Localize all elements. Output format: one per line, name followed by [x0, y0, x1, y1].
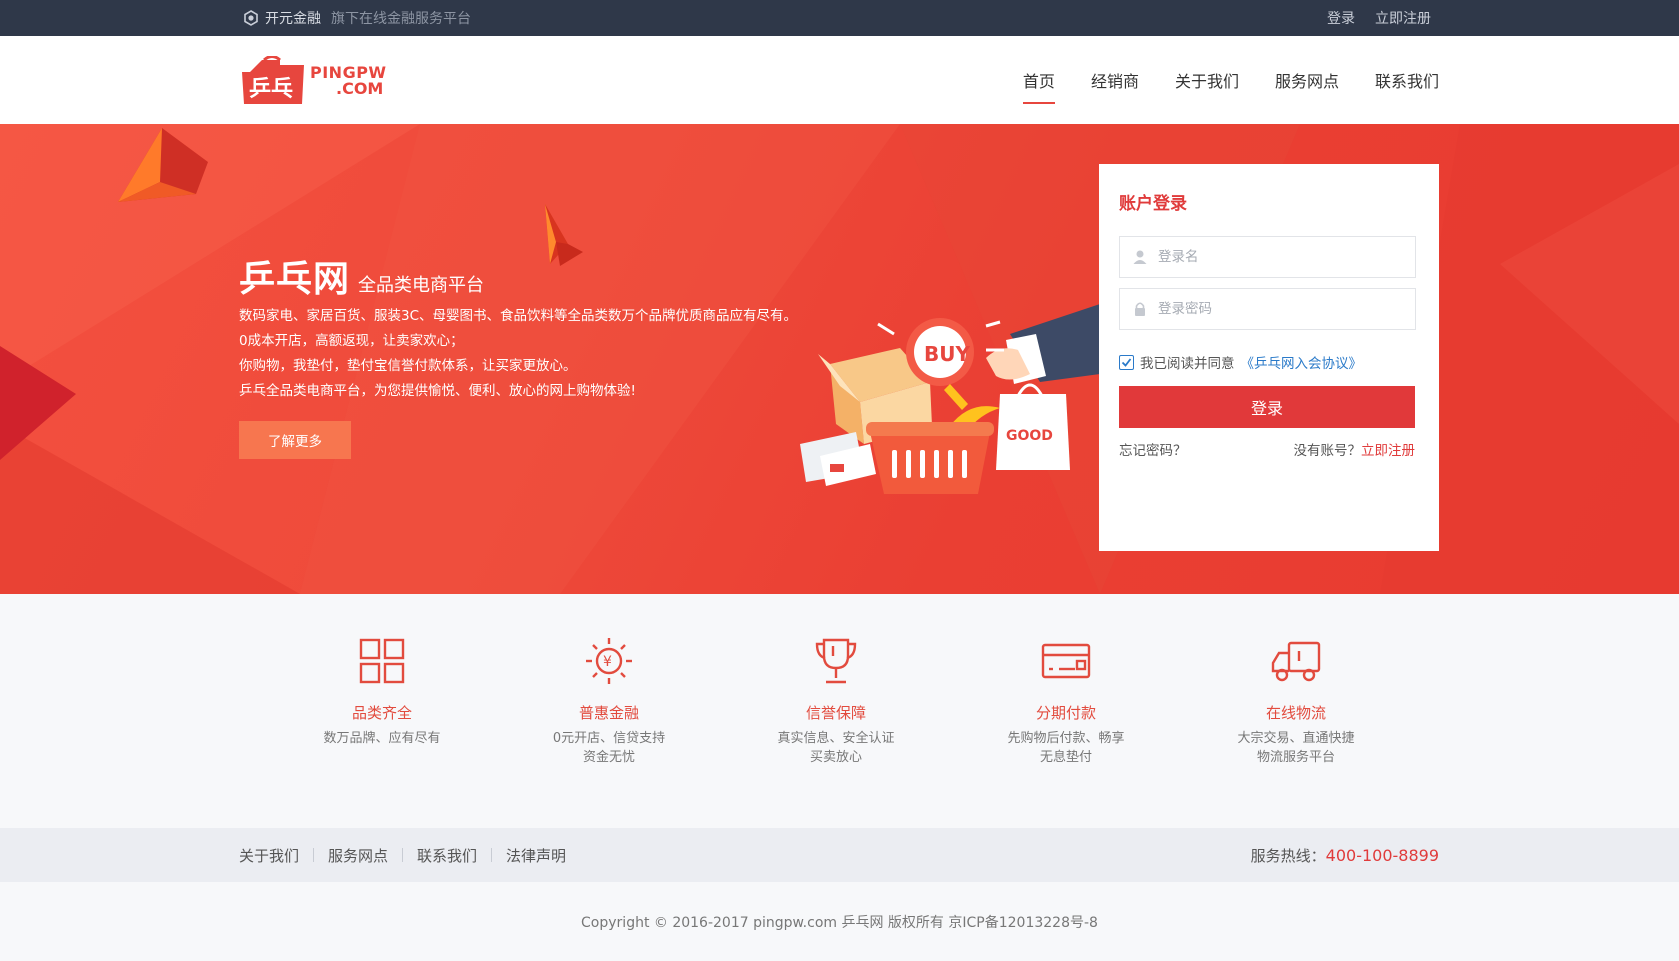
svg-text:乒乓: 乒乓	[249, 77, 293, 102]
trophy-icon	[815, 638, 857, 684]
feature-desc: 真实信息、安全认证 买卖放心	[746, 729, 926, 767]
hotline-label: 服务热线：	[1250, 846, 1326, 865]
main-nav: 首页 经销商 关于我们 服务网点 联系我们	[1022, 36, 1439, 124]
feature-desc-line: 大宗交易、直通快捷	[1237, 731, 1355, 746]
agree-checkbox[interactable]	[1119, 354, 1134, 370]
feature-item: ¥ 普惠金融 0元开店、信贷支持 资金无忧	[519, 634, 699, 767]
site-logo[interactable]: 乒乓 PINGPW .COM	[240, 54, 387, 108]
logo-bag-icon: 乒乓	[242, 56, 304, 104]
password-field	[1119, 288, 1416, 330]
hero-title-sub: 全品类电商平台	[358, 275, 485, 296]
hero-title-main: 乒乓网	[239, 259, 351, 300]
footer-divider	[313, 848, 315, 862]
feature-desc-line: 物流服务平台	[1256, 750, 1335, 765]
hero-title: 乒乓网 全品类电商平台	[239, 250, 484, 302]
agreement-link[interactable]: 《乒乓网入会协议》	[1241, 352, 1363, 372]
footer-divider	[491, 848, 493, 862]
feature-desc-line: 真实信息、安全认证	[777, 731, 895, 746]
feature-desc-line: 无息垫付	[1039, 750, 1092, 765]
register-link[interactable]: 立即注册	[1361, 443, 1415, 459]
feature-title: 品类齐全	[351, 704, 412, 722]
shopping-illustration: BUY GOOD	[800, 304, 1100, 494]
password-input[interactable]	[1158, 301, 1398, 317]
login-footer: 忘记密码？ 没有账号？立即注册	[1119, 439, 1415, 459]
partner-brand: 开元金融 旗下在线金融服务平台	[243, 0, 471, 36]
user-icon	[1133, 250, 1147, 264]
agree-text: 我已阅读并同意	[1140, 356, 1235, 372]
hero-line: 乒乓全品类电商平台，为您提供愉悦、便利、放心的网上购物体验!	[239, 383, 636, 399]
feature-desc-line: 买卖放心	[809, 750, 862, 765]
feature-item: 信誉保障 真实信息、安全认证 买卖放心	[746, 634, 926, 767]
checkmark-icon	[1121, 357, 1132, 367]
service-hotline: 服务热线： 400-100-8899	[1251, 828, 1439, 882]
copyright: Copyright © 2016-2017 pingpw.com 乒乓网 版权所…	[0, 882, 1679, 961]
top-bar: 开元金融 旗下在线金融服务平台 登录 立即注册	[0, 0, 1679, 36]
lock-icon	[1135, 302, 1145, 316]
footer-link-about[interactable]: 关于我们	[239, 845, 299, 866]
illus-buy-text: BUY	[924, 342, 970, 366]
top-links: 登录 立即注册	[1327, 0, 1431, 36]
brand-logo-icon	[244, 10, 258, 26]
feature-title: 信誉保障	[805, 704, 866, 722]
logo-text-domain: .COM	[336, 79, 384, 98]
yen-sun-icon: ¥	[586, 638, 632, 684]
card-icon	[1041, 643, 1091, 679]
feature-desc-line: 资金无忧	[582, 750, 635, 765]
feature-desc: 数万品牌、应有尽有	[292, 729, 472, 748]
hero-line: 你购物，我垫付，垫付宝信誉付款体系，让买家更放心。	[239, 358, 577, 374]
brand-subtitle: 旗下在线金融服务平台	[331, 11, 471, 27]
hero-description: 数码家电、家居百货、服装3C、母婴图书、食品饮料等全品类数万个品牌优质商品应有尽…	[239, 304, 797, 404]
footer-link-service-points[interactable]: 服务网点	[328, 845, 388, 866]
nav-home[interactable]: 首页	[1022, 68, 1055, 104]
top-register-link[interactable]: 立即注册	[1375, 8, 1431, 28]
learn-more-button[interactable]: 了解更多	[239, 421, 351, 459]
no-account-text: 没有账号？	[1293, 443, 1362, 459]
nav-service-points[interactable]: 服务网点	[1275, 68, 1339, 92]
feature-item: 在线物流 大宗交易、直通快捷 物流服务平台	[1206, 634, 1386, 767]
site-header: 乒乓 PINGPW .COM 首页 经销商 关于我们 服务网点 联系我们	[0, 36, 1679, 124]
feature-desc-line: 0元开店、信贷支持	[552, 731, 666, 746]
feature-desc: 大宗交易、直通快捷 物流服务平台	[1206, 729, 1386, 767]
grid-icon	[359, 638, 405, 684]
logo-text: PINGPW .COM	[310, 65, 387, 97]
login-card: 账户登录 我已阅读并同意 《乒乓网入会协议》 登录	[1099, 164, 1439, 551]
footer-nav: 关于我们 服务网点 联系我们 法律声明 服务热线： 400-100-8899	[0, 828, 1679, 882]
feature-title: 分期付款	[1035, 704, 1096, 722]
login-title: 账户登录	[1119, 194, 1187, 214]
forgot-password-link[interactable]: 忘记密码？	[1119, 439, 1187, 459]
svg-text:¥: ¥	[603, 654, 612, 670]
hero-banner: 乒乓网 全品类电商平台 数码家电、家居百货、服装3C、母婴图书、食品饮料等全品类…	[0, 124, 1679, 594]
footer-link-legal[interactable]: 法律声明	[506, 845, 566, 866]
nav-contact[interactable]: 联系我们	[1375, 68, 1439, 92]
feature-item: 分期付款 先购物后付款、畅享 无息垫付	[976, 634, 1156, 767]
register-prompt: 没有账号？立即注册	[1294, 439, 1416, 459]
footer-links: 关于我们 服务网点 联系我们 法律声明	[239, 828, 566, 882]
feature-title: 普惠金融	[578, 704, 639, 722]
footer-link-contact[interactable]: 联系我们	[417, 845, 477, 866]
login-submit-button[interactable]: 登录	[1119, 386, 1415, 428]
feature-desc-line: 先购物后付款、畅享	[1007, 731, 1125, 746]
feature-desc-line: 数万品牌、应有尽有	[323, 731, 441, 746]
feature-title: 在线物流	[1265, 704, 1326, 722]
agreement-row: 我已阅读并同意 《乒乓网入会协议》	[1119, 352, 1416, 372]
username-field	[1119, 236, 1416, 278]
feature-item: 品类齐全 数万品牌、应有尽有	[292, 634, 472, 748]
illus-good-text: GOOD	[1006, 428, 1053, 444]
nav-dealers[interactable]: 经销商	[1091, 68, 1139, 92]
footer-divider	[402, 848, 404, 862]
nav-about[interactable]: 关于我们	[1175, 68, 1239, 92]
hotline-number[interactable]: 400-100-8899	[1326, 846, 1439, 865]
truck-icon	[1271, 641, 1321, 682]
hero-line: 数码家电、家居百货、服装3C、母婴图书、食品饮料等全品类数万个品牌优质商品应有尽…	[239, 308, 798, 324]
top-login-link[interactable]: 登录	[1327, 8, 1355, 28]
feature-desc: 0元开店、信贷支持 资金无忧	[519, 729, 699, 767]
features-section: 品类齐全 数万品牌、应有尽有 ¥ 普惠金融 0元开店、信贷支持 资金无忧 信誉保…	[0, 594, 1679, 828]
feature-desc: 先购物后付款、畅享 无息垫付	[976, 729, 1156, 767]
username-input[interactable]	[1158, 249, 1398, 265]
hero-line: 0成本开店，高额返现，让卖家欢心；	[239, 333, 464, 349]
brand-name[interactable]: 开元金融	[265, 8, 321, 28]
